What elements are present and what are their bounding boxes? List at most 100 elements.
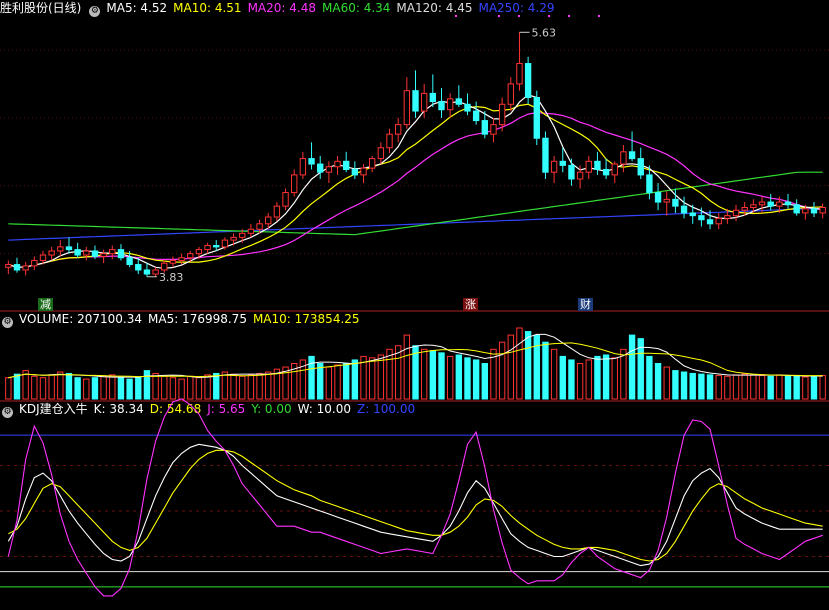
volume-bar <box>481 363 488 400</box>
candle-body <box>22 265 29 271</box>
volume-bar <box>810 375 818 400</box>
volume-bar <box>195 377 203 400</box>
volume-bar <box>524 331 532 400</box>
ma20-line <box>8 111 823 268</box>
volume-bar <box>39 377 47 400</box>
candle-body <box>308 158 315 165</box>
candle-body <box>602 168 610 176</box>
candle-body <box>784 201 792 206</box>
candle-body <box>715 217 722 225</box>
signal-dot <box>548 15 550 17</box>
volume-bar <box>334 364 341 400</box>
volume-bar <box>507 334 514 400</box>
candle-body <box>65 246 73 251</box>
volume-bar <box>221 371 229 400</box>
volume-bar <box>213 372 220 400</box>
candle-body <box>724 215 731 219</box>
volume-bar <box>516 327 523 400</box>
volume-bar <box>750 374 757 400</box>
volume-bar <box>689 372 696 400</box>
candle-body <box>273 205 281 218</box>
volume-bar <box>602 354 610 400</box>
candle-body <box>455 98 463 105</box>
volume-bar <box>13 373 21 400</box>
candle-body <box>550 160 558 173</box>
candle-body <box>256 223 263 230</box>
volume-bar <box>239 375 246 400</box>
candle-body <box>325 166 333 173</box>
signal-dot <box>518 15 520 17</box>
signal-dot <box>598 15 600 17</box>
high-price-label: 5.63 <box>531 26 556 39</box>
candle-body <box>178 257 185 261</box>
volume-bar <box>91 377 99 400</box>
candle-body <box>672 198 679 207</box>
candle-body <box>48 250 55 256</box>
kdj-k-line <box>7 443 823 567</box>
candle-body <box>368 158 376 169</box>
volume-bar <box>74 377 81 400</box>
candle-body <box>741 206 748 211</box>
candle-body <box>239 232 246 238</box>
volume-bar <box>126 378 133 400</box>
candle-body <box>386 133 393 149</box>
candle-body <box>810 208 818 214</box>
candle-body <box>13 264 21 271</box>
candle-body <box>31 259 38 267</box>
kdj-j-line <box>7 398 823 597</box>
candle-body <box>83 250 90 256</box>
candle-body <box>187 253 194 259</box>
volume-bar <box>100 375 107 400</box>
candle-body <box>680 205 688 214</box>
candle-body <box>377 147 385 160</box>
low-price-label: 3.83 <box>159 271 184 284</box>
candle-body <box>516 63 523 85</box>
volume-bar <box>343 363 350 400</box>
volume-bar <box>5 377 12 400</box>
candle-body <box>117 249 125 259</box>
volume-bar <box>498 341 506 400</box>
volume-bar <box>377 354 385 400</box>
candle-body <box>91 250 99 257</box>
candle-body <box>152 269 159 275</box>
volume-bar <box>83 378 90 400</box>
stock-chart[interactable]: 5.63 3.83 <box>0 0 829 610</box>
volume-bar <box>680 371 688 400</box>
volume-bar <box>31 375 38 400</box>
candle-body <box>351 168 359 176</box>
volume-bar <box>178 378 185 400</box>
ma250-line <box>8 207 823 241</box>
volume-bar <box>646 355 653 400</box>
volume-bar <box>767 375 774 400</box>
candle-body <box>611 163 618 176</box>
signal-dot <box>568 15 570 17</box>
candle-body <box>429 92 437 103</box>
candle-body <box>654 192 662 203</box>
candle-body <box>143 269 151 275</box>
volume-bar <box>533 334 540 400</box>
volume-bar <box>706 374 714 400</box>
candle-body <box>299 158 307 176</box>
candle-body <box>446 98 454 111</box>
volume-bar <box>256 372 263 400</box>
candle-body <box>620 151 627 165</box>
volume-bar <box>230 373 237 400</box>
candle-body <box>100 253 107 257</box>
candle-body <box>57 246 64 252</box>
volume-bar <box>472 359 480 400</box>
volume-bar <box>455 354 463 400</box>
candle-body <box>802 208 809 214</box>
ma60-line <box>8 171 823 236</box>
volume-bar <box>698 373 705 400</box>
volume-bar <box>109 374 116 400</box>
candle-body <box>403 90 411 126</box>
volume-bar <box>732 374 740 400</box>
candle-body <box>732 209 740 217</box>
candle-body <box>585 160 592 173</box>
volume-bar <box>65 372 73 400</box>
volume-bar <box>351 359 359 400</box>
candle-body <box>169 259 177 264</box>
candle-body <box>420 92 428 112</box>
volume-bar <box>57 371 64 400</box>
candle-body <box>646 174 653 194</box>
